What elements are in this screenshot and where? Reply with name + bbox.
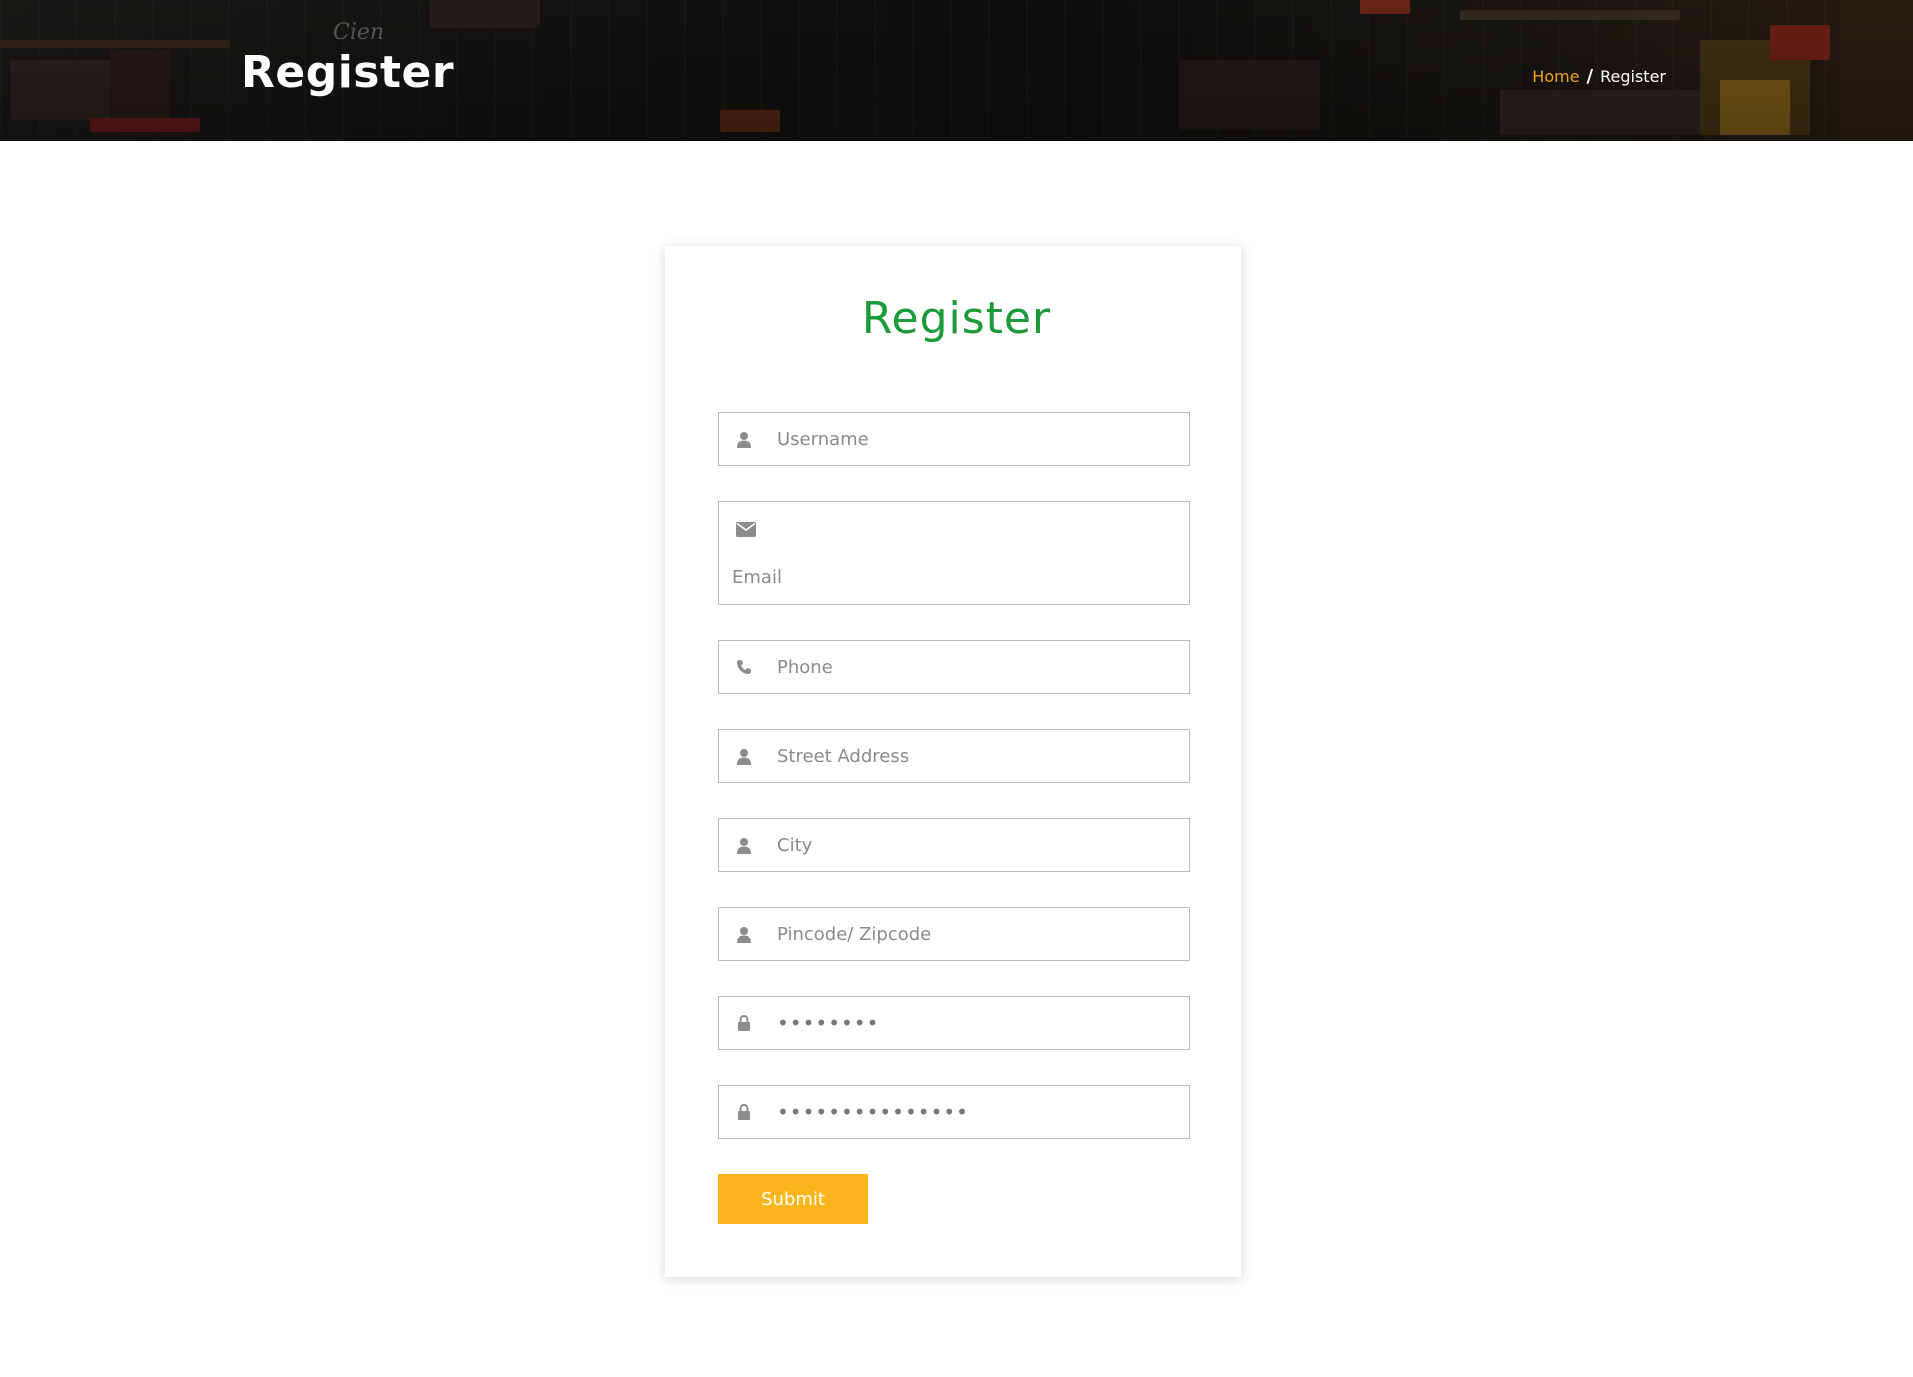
phone-field [718, 640, 1190, 694]
lock-icon [719, 1086, 767, 1138]
breadcrumb-current: Register [1600, 67, 1666, 86]
store-logo: Cien [333, 20, 385, 45]
user-icon [719, 908, 767, 960]
pincode-field [718, 907, 1190, 961]
confirm-password-input[interactable] [767, 1086, 1189, 1138]
phone-icon [719, 641, 767, 693]
password-input[interactable] [767, 997, 1189, 1049]
pincode-input[interactable] [767, 908, 1189, 960]
password-field [718, 996, 1190, 1050]
breadcrumb-home-link[interactable]: Home [1532, 67, 1579, 86]
city-field [718, 818, 1190, 872]
confirm-password-field [718, 1085, 1190, 1139]
street-address-field [718, 729, 1190, 783]
submit-button[interactable]: Submit [718, 1174, 868, 1224]
username-field [718, 412, 1190, 466]
breadcrumb: Home / Register [1532, 66, 1666, 87]
email-input[interactable] [722, 560, 1182, 594]
page-title: Register [241, 47, 455, 98]
lock-icon [719, 997, 767, 1049]
register-form-title: Register [861, 293, 1052, 344]
page-header-banner: Cien Register Home / Register [0, 0, 1913, 141]
phone-input[interactable] [767, 641, 1189, 693]
breadcrumb-separator: / [1586, 66, 1594, 87]
envelope-icon [719, 514, 771, 544]
username-input[interactable] [767, 413, 1189, 465]
city-input[interactable] [767, 819, 1189, 871]
email-field [718, 501, 1190, 605]
user-icon [719, 730, 767, 782]
user-icon [719, 413, 767, 465]
street-address-input[interactable] [767, 730, 1189, 782]
user-icon [719, 819, 767, 871]
